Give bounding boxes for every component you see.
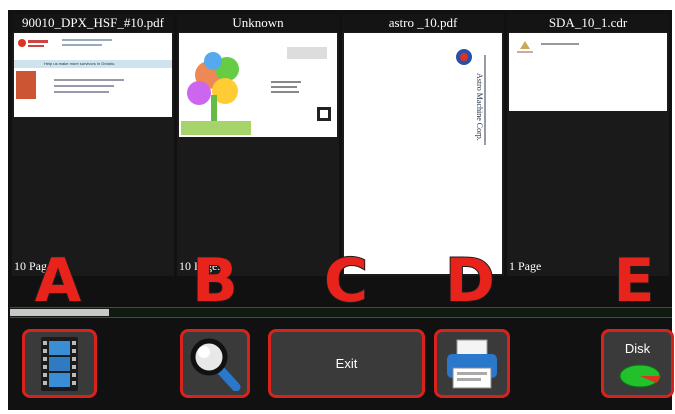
file-name: 90010_DPX_HSF_#10.pdf [12,14,174,32]
printer-icon [443,338,501,390]
file-panel-2[interactable]: Unknown 10 Pages [177,14,339,276]
exit-button[interactable]: Exit [268,329,425,398]
callout-e: E [613,245,656,317]
file-name: Unknown [177,14,339,32]
disk-button-label: Disk [624,341,651,356]
magnifier-icon [190,337,242,391]
file-thumbnail [509,33,667,111]
file-name: astro _10.pdf [342,14,504,32]
file-panel-4[interactable]: SDA_10_1.cdr 1 Page [507,14,669,276]
exit-button-label: Exit [335,356,358,371]
callout-b: B [191,245,239,317]
callout-a: A [34,245,82,317]
file-thumbnail: Help us make more survivors in Ontario. [14,33,172,117]
page-count: 1 Page [509,259,542,273]
thumbnail-caption: Astro Machine Corp. [475,73,484,141]
file-panel-3[interactable]: astro _10.pdf Astro Machine Corp. 1 Page [342,14,504,276]
slideshow-button[interactable] [22,329,97,398]
file-thumbnail [179,33,337,137]
callout-d: D [444,245,496,317]
disk-icon [618,363,662,389]
print-button[interactable] [434,329,510,398]
disk-button[interactable]: Disk [601,329,674,398]
film-strip-icon [41,337,78,391]
thumbnail-caption: Help us make more survivors in Ontario. [44,61,116,66]
file-panel-1[interactable]: 90010_DPX_HSF_#10.pdf Help us make more … [12,14,174,276]
callout-c: C [323,245,369,317]
file-thumbnail: Astro Machine Corp. [344,33,502,274]
preview-zoom-button[interactable] [180,329,250,398]
file-name: SDA_10_1.cdr [507,14,669,32]
